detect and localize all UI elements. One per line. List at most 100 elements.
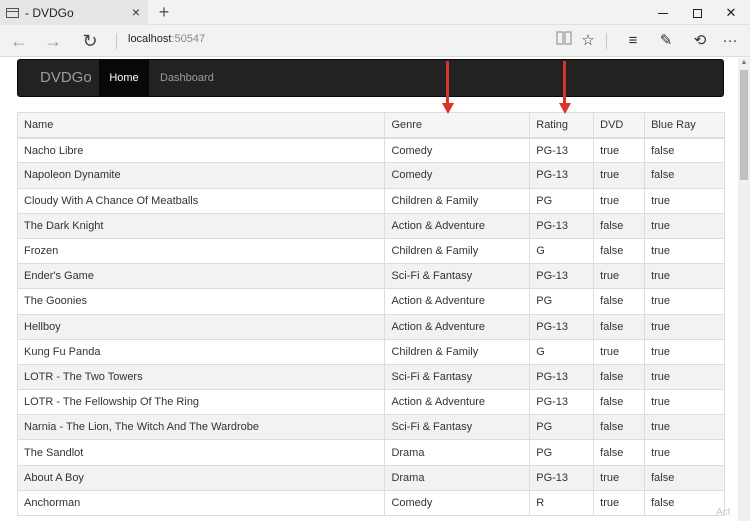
cell-rating: PG	[529, 439, 595, 466]
scroll-up-icon[interactable]: ▲	[738, 58, 750, 68]
cell-dvd: false	[593, 288, 646, 315]
cell-genre: Children & Family	[384, 187, 531, 214]
cell-dvd: false	[593, 212, 646, 239]
cell-name: Frozen	[16, 237, 386, 265]
cell-rating: PG-13	[529, 363, 595, 391]
column-header-rating: Rating	[529, 111, 595, 139]
cell-genre: Comedy	[384, 489, 531, 517]
address-port: :50547	[171, 33, 206, 45]
forward-arrow-icon[interactable]: →	[40, 29, 66, 53]
nav-home[interactable]: Home	[99, 60, 149, 96]
cell-dvd: true	[593, 263, 646, 290]
cell-rating: PG-13	[529, 263, 595, 290]
cell-dvd: true	[593, 137, 646, 164]
annotation-arrow-rating	[559, 61, 571, 115]
cell-genre: Children & Family	[384, 237, 531, 265]
maximize-icon	[692, 9, 702, 19]
movies-table: Name Genre Rating DVD Blue Ray Nacho Lib…	[16, 111, 725, 517]
cell-blue-ray: true	[644, 313, 725, 340]
cell-dvd: true	[593, 338, 646, 365]
cell-genre: Sci-Fi & Fantasy	[384, 414, 531, 441]
cell-name: Ender's Game	[16, 263, 386, 290]
cell-genre: Children & Family	[384, 338, 531, 365]
cell-rating: PG-13	[529, 137, 595, 164]
cell-name: Anchorman	[16, 489, 386, 517]
activation-watermark: Act	[716, 507, 731, 518]
table-row: The Dark Knight Action & Adventure PG-13 fa…	[16, 212, 725, 239]
cell-blue-ray: false	[644, 489, 725, 517]
table-row: Hellboy Action & Adventure PG-13 false true	[16, 313, 725, 340]
cell-dvd: true	[593, 489, 646, 517]
share-icon[interactable]: ⟲	[688, 29, 712, 53]
cell-genre: Action & Adventure	[384, 288, 531, 315]
address-bar[interactable]: localhost:50547	[128, 33, 205, 45]
cell-genre: Drama	[384, 439, 531, 466]
column-header-dvd: DVD	[593, 111, 646, 139]
cell-blue-ray: true	[644, 263, 725, 290]
cell-blue-ray: true	[644, 363, 725, 391]
table-row: About A Boy Drama PG-13 true false	[16, 464, 725, 491]
cell-blue-ray: true	[644, 439, 725, 466]
table-row: Ender's Game Sci-Fi & Fantasy PG-13 true tru…	[16, 263, 725, 290]
minimize-button[interactable]	[646, 0, 680, 25]
cell-rating: PG	[529, 414, 595, 441]
favorite-star-icon[interactable]: ☆	[576, 29, 600, 53]
cell-blue-ray: false	[644, 464, 725, 491]
cell-genre: Comedy	[384, 162, 531, 189]
cell-rating: PG-13	[529, 313, 595, 340]
cell-rating: PG-13	[529, 212, 595, 239]
annotation-arrow-genre	[442, 61, 454, 115]
cell-genre: Comedy	[384, 137, 531, 164]
cell-blue-ray: false	[644, 162, 725, 189]
cell-name: Nacho Libre	[16, 137, 386, 164]
hub-icon[interactable]: ≡	[621, 29, 645, 53]
divider	[606, 33, 607, 49]
table-header-row: Name Genre Rating DVD Blue Ray	[16, 111, 725, 139]
cell-rating: PG	[529, 187, 595, 214]
table-row: Frozen Children & Family Gfalse true	[16, 237, 725, 265]
cell-blue-ray: true	[644, 338, 725, 365]
brand-link[interactable]: DVDGo	[40, 60, 92, 96]
more-icon[interactable]: ···	[718, 29, 742, 53]
close-window-button[interactable]: ✕	[714, 0, 748, 25]
refresh-icon[interactable]: ↻	[77, 29, 103, 53]
cell-name: The Goonies	[16, 288, 386, 315]
tab-title: - DVDGo	[25, 5, 74, 20]
cell-blue-ray: true	[644, 288, 725, 315]
tab-close-icon[interactable]: ×	[132, 4, 140, 20]
cell-name: Kung Fu Panda	[16, 338, 386, 365]
maximize-button[interactable]	[680, 0, 714, 25]
cell-genre: Action & Adventure	[384, 389, 531, 416]
page-viewport: DVDGo Home Dashboard Name Genre Rating D…	[0, 58, 738, 521]
cell-genre: Action & Adventure	[384, 212, 531, 239]
cell-blue-ray: true	[644, 414, 725, 441]
cell-genre: Sci-Fi & Fantasy	[384, 263, 531, 290]
web-note-icon[interactable]: ✎	[654, 29, 678, 53]
cell-name: About A Boy	[16, 464, 386, 491]
new-tab-button[interactable]: +	[152, 1, 176, 23]
cell-rating: PG-13	[529, 162, 595, 189]
minimize-icon	[658, 13, 668, 15]
back-arrow-icon[interactable]: ←	[6, 29, 32, 53]
cell-dvd: false	[593, 363, 646, 391]
cell-name: The Dark Knight	[16, 212, 386, 239]
cell-blue-ray: true	[644, 389, 725, 416]
cell-rating: PG	[529, 288, 595, 315]
cell-dvd: false	[593, 439, 646, 466]
cell-name: LOTR - The Two Towers	[16, 363, 386, 391]
divider	[116, 33, 117, 49]
cell-rating: PG-13	[529, 464, 595, 491]
table-row: The Sandlot Drama PG false true	[16, 439, 725, 466]
browser-toolbar: ← → ↻ localhost:50547 ☆ ≡ ✎ ⟲ ···	[0, 25, 750, 57]
scrollbar-thumb[interactable]	[740, 70, 748, 180]
cell-rating: G	[529, 338, 595, 365]
table-row: Napoleon Dynamite Comedy PG-13 true false	[16, 162, 725, 189]
nav-dashboard[interactable]: Dashboard	[160, 60, 214, 96]
cell-name: Hellboy	[16, 313, 386, 340]
page-icon	[6, 7, 19, 18]
cell-blue-ray: true	[644, 237, 725, 265]
cell-dvd: false	[593, 414, 646, 441]
column-header-name: Name	[16, 111, 386, 139]
browser-tab[interactable]: - DVDGo ×	[0, 0, 148, 25]
reading-view-icon[interactable]	[552, 29, 576, 53]
